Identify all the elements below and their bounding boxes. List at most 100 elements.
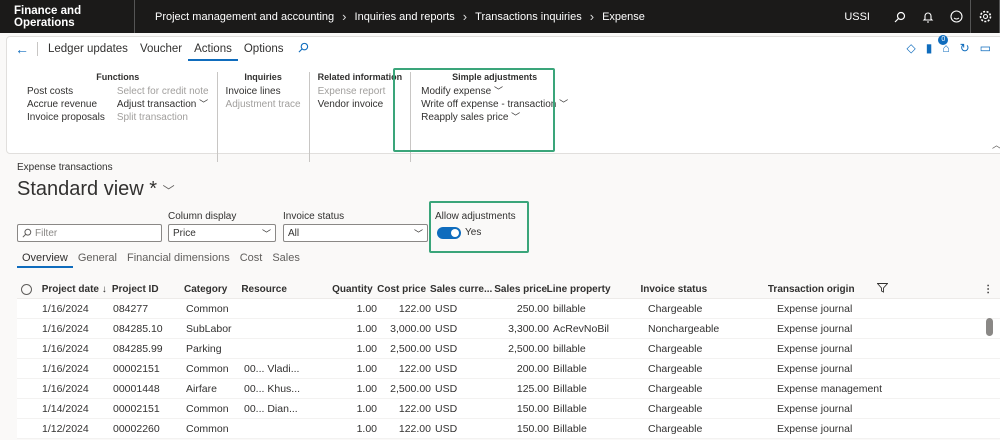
chevron-down-icon: ﹀ <box>199 99 209 109</box>
header-label: Project date <box>41 283 99 295</box>
table-cell: USD <box>435 302 458 315</box>
invoice-lines-button[interactable]: Invoice lines <box>226 85 301 98</box>
column-header[interactable]: Resource <box>241 284 319 295</box>
filter-icon[interactable] <box>876 282 981 296</box>
table-cell: 00... Vladi... <box>244 362 300 375</box>
tab-sales[interactable]: Sales <box>267 252 305 268</box>
column-header[interactable]: Project ID <box>112 284 184 295</box>
tab-voucher[interactable]: Voucher <box>134 37 188 61</box>
split-transaction-button[interactable]: Split transaction <box>117 111 209 124</box>
table-row[interactable]: 1/14/2024 00002151 Common 00... Dian... 1.00… <box>17 399 1000 419</box>
office-icon[interactable]: ▮ <box>926 41 933 55</box>
table-cell: 150.00 <box>516 402 549 415</box>
refresh-icon[interactable]: ↻ <box>960 41 970 55</box>
column-header[interactable]: Category <box>184 284 241 295</box>
table-cell: 3,000.00 <box>390 322 431 335</box>
highlight-box <box>393 68 555 152</box>
column-header[interactable]: Quantity <box>319 284 376 295</box>
table-row[interactable]: 1/16/2024 084285.99 Parking 1.00 2,500.00 USD… <box>17 339 1000 359</box>
breadcrumb-item[interactable]: Transactions inquiries <box>475 11 582 23</box>
table-cell: Parking <box>186 342 222 355</box>
table-row[interactable]: 1/16/2024 00002151 Common 00... Vladi... 1.0… <box>17 359 1000 379</box>
grid-header: Project date ↓ Project ID Category Resou… <box>17 280 1000 299</box>
post-costs-button[interactable]: Post costs <box>27 85 105 98</box>
accrue-revenue-button[interactable]: Accrue revenue <box>27 98 105 111</box>
tab-financial-dimensions[interactable]: Financial dimensions <box>122 252 235 268</box>
breadcrumb: Project management and accounting › Inqui… <box>135 9 844 24</box>
column-display-select[interactable]: Price ﹀ <box>168 224 276 242</box>
breadcrumb-item[interactable]: Project management and accounting <box>155 11 334 23</box>
breadcrumb-item[interactable]: Expense <box>602 11 645 23</box>
scrollbar[interactable] <box>986 318 993 336</box>
table-cell: 150.00 <box>516 422 549 435</box>
company-picker[interactable]: USSI <box>844 11 870 23</box>
column-header[interactable]: Sales curre... <box>430 284 494 295</box>
adjust-transaction-button[interactable]: Adjust transaction ﹀ <box>117 98 209 111</box>
table-cell: 1.00 <box>356 342 377 355</box>
table-cell: 3,300.00 <box>508 322 549 335</box>
smiley-icon[interactable] <box>942 0 970 33</box>
invoice-proposals-button[interactable]: Invoice proposals <box>27 111 105 124</box>
bell-icon[interactable] <box>914 0 942 33</box>
column-header[interactable]: Project date ↓ <box>42 284 112 295</box>
table-cell: 200.00 <box>516 362 549 375</box>
open-new-icon[interactable]: ▭ <box>980 41 991 55</box>
group-title: Functions <box>96 72 140 82</box>
filter-input[interactable]: Filter <box>17 224 162 242</box>
table-row[interactable]: 1/12/2024 00002260 Common 1.00 122.00 USD 150.… <box>17 419 1000 439</box>
app-name[interactable]: Finance and Operations <box>0 0 135 33</box>
gear-icon[interactable] <box>971 0 999 33</box>
tab-options[interactable]: Options <box>238 37 290 61</box>
table-row[interactable]: 1/16/2024 084277 Common 1.00 122.00 USD 250.00… <box>17 299 1000 319</box>
invoice-status-select[interactable]: All ﹀ <box>283 224 428 242</box>
table-cell: 1/16/2024 <box>42 322 89 335</box>
search-icon[interactable] <box>298 42 309 56</box>
tab-overview[interactable]: Overview <box>17 252 73 268</box>
select-value: Price <box>173 227 196 239</box>
column-header[interactable]: Line property <box>547 284 641 295</box>
attachments-icon[interactable]: 0 ⌂ <box>938 35 950 55</box>
table-cell: 084285.10 <box>113 322 163 335</box>
table-cell: 00001448 <box>113 382 160 395</box>
column-header[interactable]: Cost price <box>377 284 430 295</box>
tab-cost[interactable]: Cost <box>235 252 268 268</box>
view-selector[interactable]: Standard view * ﹀ <box>17 178 175 201</box>
column-header[interactable]: Sales price <box>494 284 546 295</box>
search-icon[interactable] <box>886 0 914 33</box>
table-cell: 1/12/2024 <box>42 422 89 435</box>
collapse-chevron-icon[interactable]: ︿ <box>992 138 1000 151</box>
table-cell: USD <box>435 362 458 375</box>
table-cell: 1.00 <box>356 322 377 335</box>
table-cell: 00... Dian... <box>244 402 298 415</box>
column-header[interactable]: Transaction origin <box>768 284 877 295</box>
table-cell: billable <box>553 342 586 355</box>
search-icon <box>22 228 32 238</box>
table-row[interactable]: 1/16/2024 00001448 Airfare 00... Khus... 1.0… <box>17 379 1000 399</box>
group-title: Inquiries <box>244 72 282 82</box>
table-row[interactable]: 1/16/2024 084285.10 SubLabor 1.00 3,000.00 US… <box>17 319 1000 339</box>
breadcrumb-item[interactable]: Inquiries and reports <box>355 11 455 23</box>
table-cell: Expense journal <box>777 342 853 355</box>
adjustment-trace-button[interactable]: Adjustment trace <box>226 98 301 111</box>
tab-ledger-updates[interactable]: Ledger updates <box>42 37 134 61</box>
vendor-invoice-button[interactable]: Vendor invoice <box>318 98 403 111</box>
table-cell: 2,500.00 <box>508 342 549 355</box>
expense-report-button[interactable]: Expense report <box>318 85 403 98</box>
diamond-icon[interactable]: ◇ <box>907 41 916 55</box>
table-cell: 1/16/2024 <box>42 342 89 355</box>
transactions-grid: Project date ↓ Project ID Category Resou… <box>17 280 1000 439</box>
select-all-radio[interactable] <box>17 283 42 295</box>
table-cell: USD <box>435 422 458 435</box>
back-arrow-icon[interactable]: ← <box>11 41 33 57</box>
table-cell: Expense journal <box>777 322 853 335</box>
notification-count: 0 <box>938 35 949 45</box>
column-header[interactable]: Invoice status <box>640 284 767 295</box>
table-cell: USD <box>435 342 458 355</box>
tab-general[interactable]: General <box>73 252 122 268</box>
tab-actions[interactable]: Actions <box>188 37 238 61</box>
table-cell: 1.00 <box>356 382 377 395</box>
table-cell: 125.00 <box>516 382 549 395</box>
chevron-right-icon: › <box>589 9 595 24</box>
more-options-icon[interactable]: ⋮ <box>980 284 1000 295</box>
select-credit-note-button[interactable]: Select for credit note <box>117 85 209 98</box>
